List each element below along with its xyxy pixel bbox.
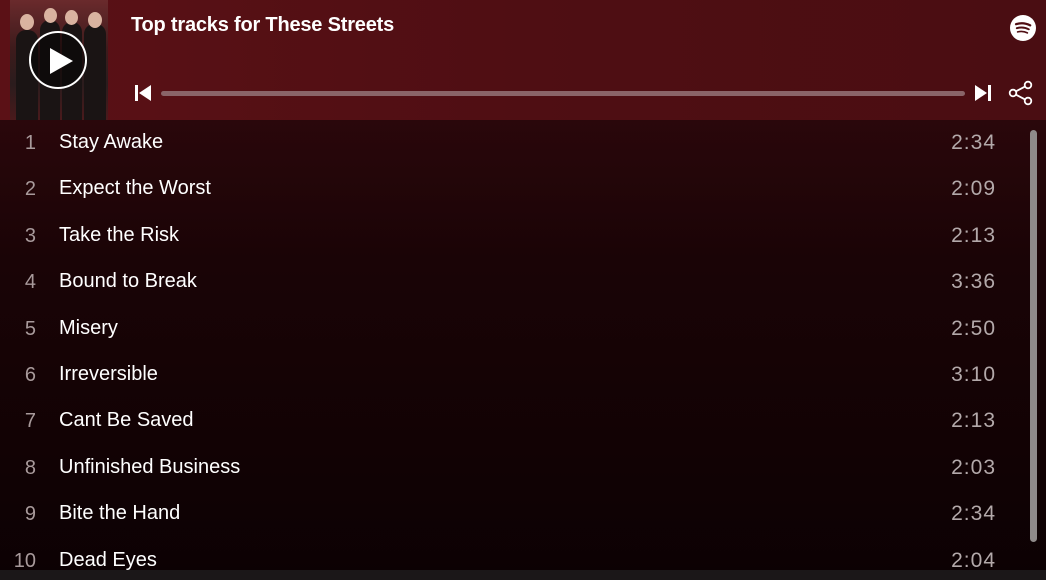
play-icon [50, 48, 73, 74]
track-name: Bound to Break [59, 270, 197, 293]
playlist-title[interactable]: Top tracks for These Streets [131, 14, 394, 37]
skip-previous-icon[interactable] [134, 84, 152, 102]
share-icon[interactable] [1008, 80, 1034, 106]
track-number: 8 [24, 456, 36, 479]
track-duration: 2:13 [951, 409, 996, 433]
track-list: 1 Stay Awake 2:34 2 Expect the Worst 2:09 3 Tak… [0, 120, 1030, 570]
track-duration: 2:50 [951, 316, 996, 340]
scrollbar[interactable] [1030, 130, 1037, 542]
track-name: Dead Eyes [59, 548, 157, 570]
track-row[interactable]: 10 Dead Eyes 2:04 [0, 538, 1030, 570]
track-number: 6 [24, 364, 36, 386]
track-duration: 2:03 [951, 455, 996, 479]
track-duration: 2:09 [951, 177, 996, 201]
track-row[interactable]: 3 Take the Risk 2:13 [0, 213, 1030, 259]
track-number: 7 [24, 410, 36, 433]
track-row[interactable]: 4 Bound to Break 3:36 [0, 259, 1030, 305]
track-name: Expect the Worst [59, 177, 211, 200]
track-duration: 2:04 [951, 548, 996, 570]
track-name: Bite the Hand [59, 502, 181, 525]
track-duration: 2:34 [951, 131, 996, 154]
track-number: 1 [24, 132, 36, 154]
track-name: Cant Be Saved [59, 409, 194, 432]
track-number: 4 [24, 271, 36, 294]
spotify-embed-widget: Top tracks for These Streets 1 Stay Awake… [0, 0, 1046, 580]
track-number: 5 [24, 317, 36, 340]
track-duration: 3:10 [951, 363, 996, 386]
track-number: 10 [13, 549, 36, 570]
player-header: Top tracks for These Streets [0, 0, 1046, 120]
spotify-icon[interactable] [1009, 14, 1037, 42]
track-row[interactable]: 6 Irreversible 3:10 [0, 352, 1030, 398]
track-row[interactable]: 5 Misery 2:50 [0, 306, 1030, 352]
track-name: Misery [59, 316, 118, 339]
track-row[interactable]: 8 Unfinished Business 2:03 [0, 445, 1030, 491]
track-row[interactable]: 7 Cant Be Saved 2:13 [0, 398, 1030, 444]
track-name: Unfinished Business [59, 455, 241, 478]
track-name: Irreversible [59, 363, 158, 385]
play-button[interactable] [29, 31, 87, 89]
track-name: Take the Risk [59, 223, 180, 246]
track-number: 2 [24, 178, 36, 201]
track-row[interactable]: 2 Expect the Worst 2:09 [0, 166, 1030, 212]
track-row[interactable]: 1 Stay Awake 2:34 [0, 120, 1030, 166]
progress-bar[interactable] [161, 91, 965, 96]
track-row[interactable]: 9 Bite the Hand 2:34 [0, 491, 1030, 537]
bottom-edge [0, 570, 1046, 580]
track-duration: 2:34 [951, 502, 996, 526]
skip-next-icon[interactable] [974, 84, 992, 102]
track-number: 3 [24, 224, 36, 247]
track-name: Stay Awake [59, 131, 164, 153]
track-number: 9 [24, 503, 36, 526]
track-duration: 3:36 [951, 270, 996, 294]
track-duration: 2:13 [951, 223, 996, 247]
